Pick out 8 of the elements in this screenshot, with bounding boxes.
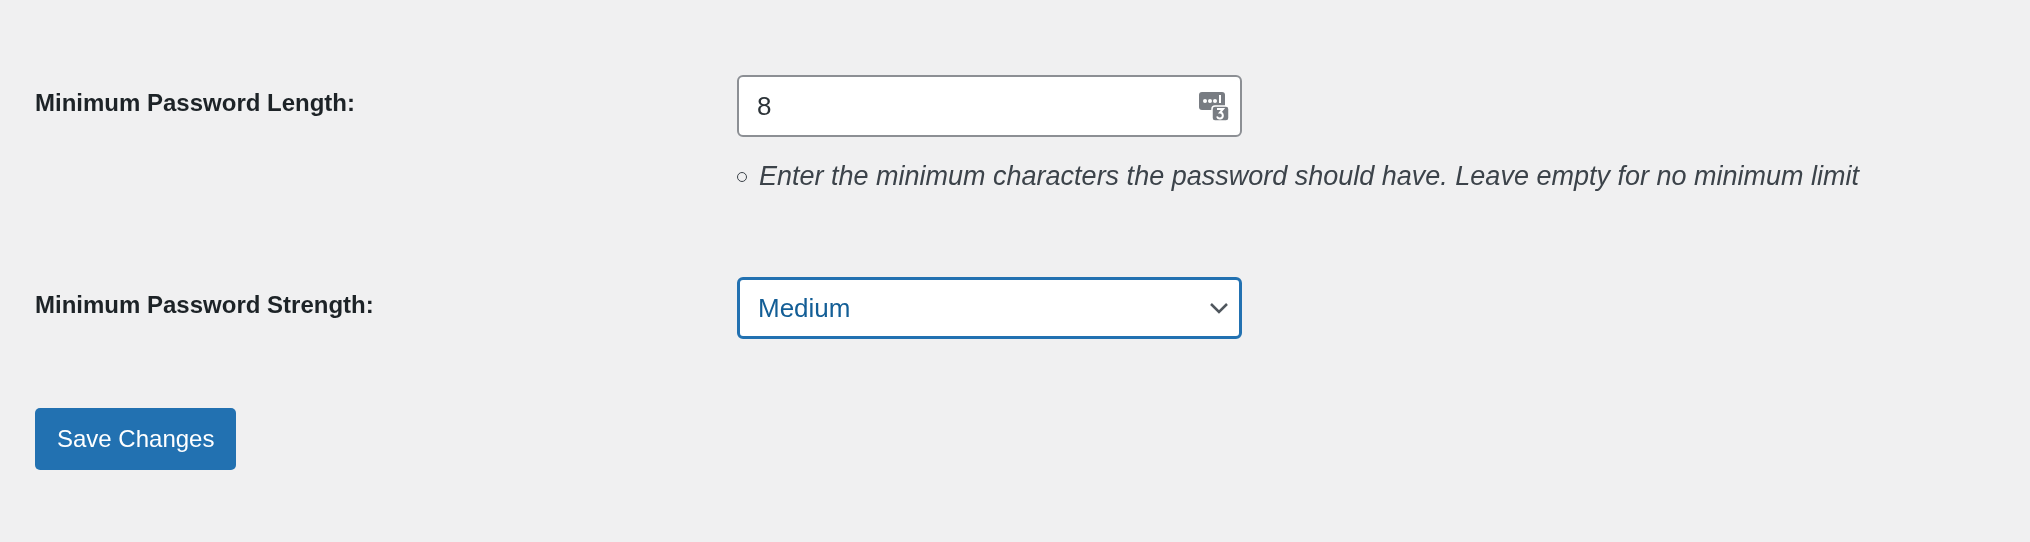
chevron-down-icon: [1209, 302, 1229, 314]
password-icon: [1198, 90, 1230, 122]
save-button[interactable]: Save Changes: [35, 408, 237, 470]
field-label: Minimum Password Length:: [35, 89, 356, 117]
length-input[interactable]: 8: [737, 75, 1242, 137]
field-label: Minimum Password Strength:: [35, 291, 375, 319]
strength-select[interactable]: Medium: [737, 277, 1242, 339]
field-hint: Enter the minimum characters the password should have. Leave empty for no minimum limit: [759, 161, 1859, 192]
